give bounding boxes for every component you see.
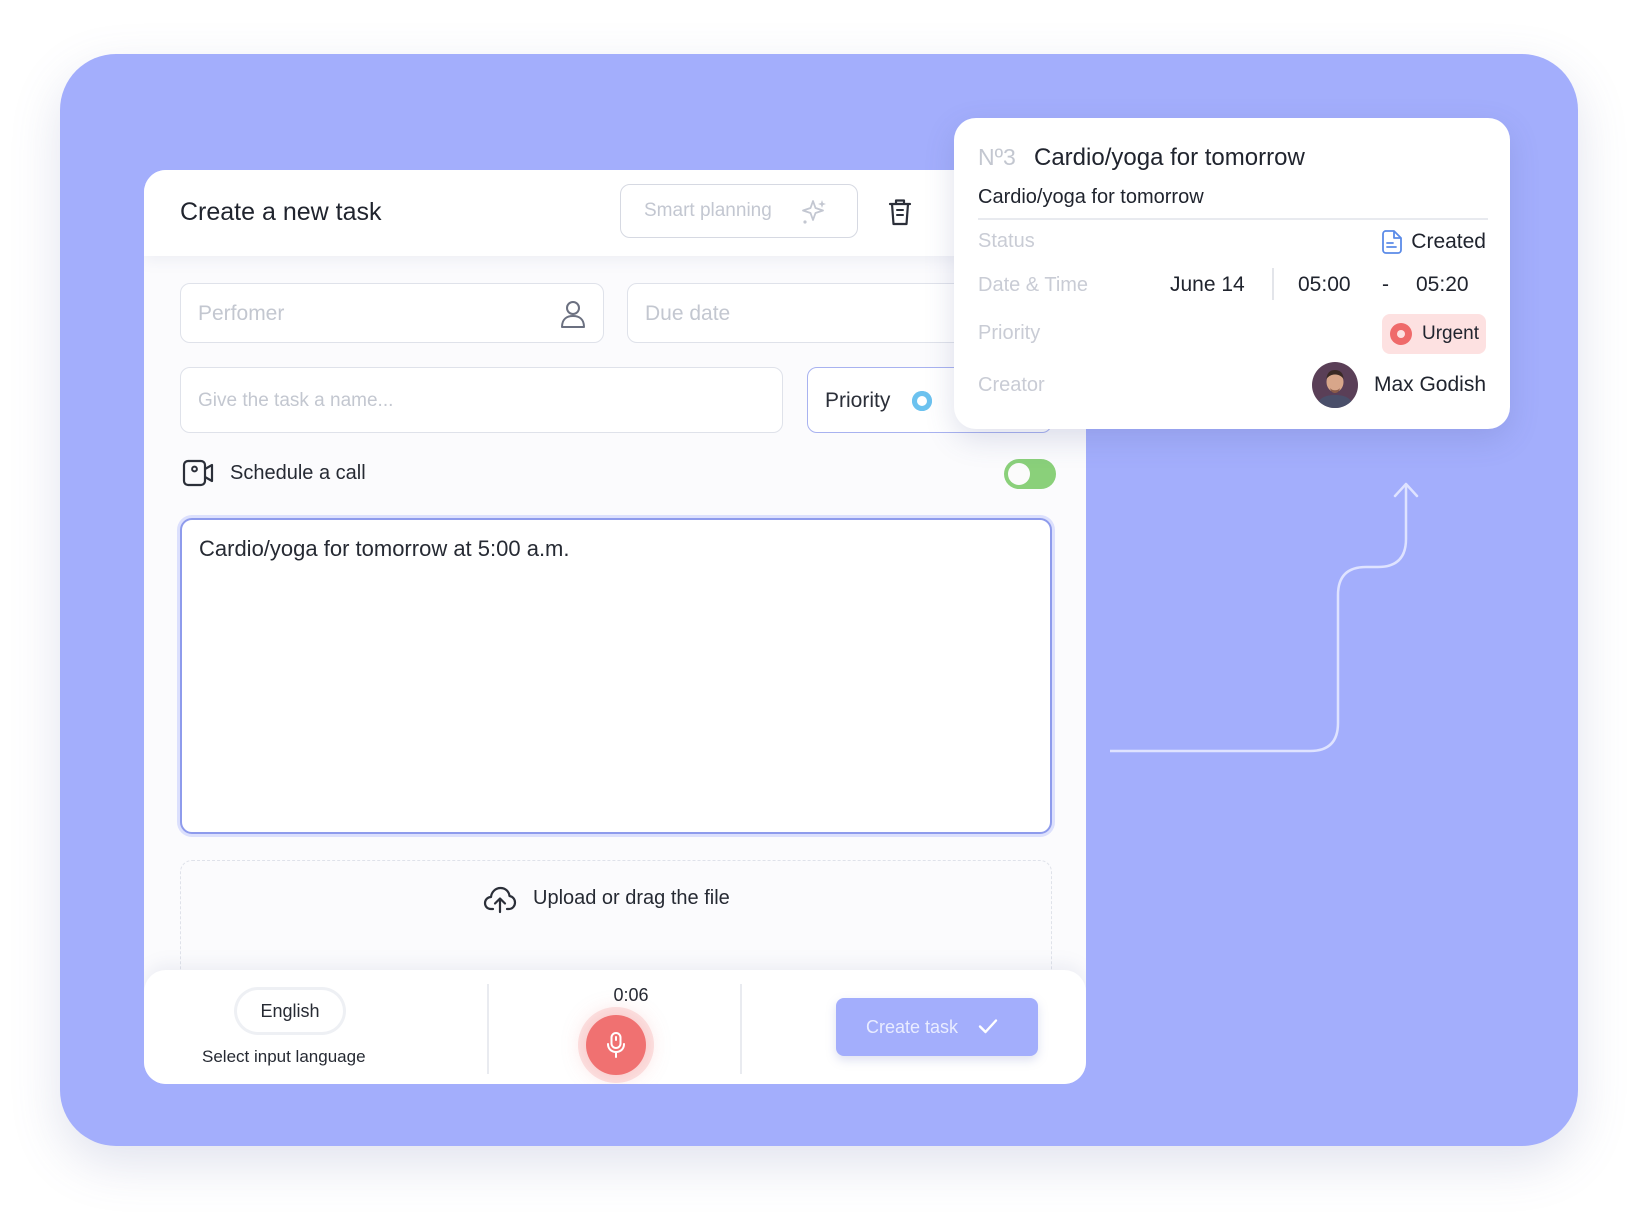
task-time-start: 05:00 — [1298, 273, 1351, 296]
check-icon — [978, 1019, 998, 1034]
status-text: Created — [1411, 230, 1486, 253]
task-description-textarea[interactable]: Cardio/yoga for tomorrow at 5:00 a.m. — [180, 518, 1052, 834]
smart-planning-label: Smart planning — [644, 200, 772, 221]
divider — [487, 984, 489, 1074]
creator: Max Godish — [1311, 361, 1486, 409]
time-separator: - — [1382, 273, 1389, 296]
task-name-placeholder: Give the task a name... — [198, 390, 394, 411]
page-title: Create a new task — [180, 198, 382, 226]
due-date-placeholder: Due date — [645, 302, 731, 325]
task-name-input[interactable]: Give the task a name... — [180, 367, 783, 433]
task-date: June 14 — [1170, 273, 1245, 296]
schedule-call-label: Schedule a call — [230, 462, 366, 484]
video-call-icon — [182, 459, 214, 487]
status-label: Status — [978, 230, 1035, 252]
trash-icon[interactable] — [886, 196, 914, 228]
priority-badge: Urgent — [1382, 314, 1486, 354]
toggle-knob — [1008, 463, 1030, 485]
task-detail-popup: Nº3 Cardio/yoga for tomorrow Cardio/yoga… — [954, 118, 1510, 429]
performer-placeholder: Perfomer — [198, 302, 285, 325]
task-subtitle: Cardio/yoga for tomorrow — [978, 186, 1204, 208]
creator-name: Max Godish — [1373, 373, 1486, 396]
priority-dot-icon — [912, 391, 932, 411]
create-task-label: Create task — [866, 1017, 959, 1037]
language-hint: Select input language — [202, 1047, 366, 1066]
microphone-button[interactable] — [586, 1015, 646, 1075]
upload-label: Upload or drag the file — [533, 887, 730, 909]
card-header: Create a new task Smart planning — [144, 170, 1086, 256]
flow-arrow-icon — [1110, 482, 1419, 753]
urgent-dot-icon — [1390, 323, 1412, 345]
schedule-call-toggle[interactable] — [1004, 459, 1056, 489]
sparkle-icon — [802, 200, 826, 224]
divider — [978, 218, 1488, 220]
creator-label: Creator — [978, 374, 1045, 396]
status-value: Created — [1381, 228, 1486, 256]
cloud-upload-icon — [483, 886, 517, 914]
datetime-label: Date & Time — [978, 274, 1089, 296]
create-task-button[interactable]: Create task — [836, 998, 1038, 1056]
task-title: Cardio/yoga for tomorrow — [1034, 144, 1305, 171]
recording-timer: 0:06 — [613, 985, 649, 1005]
performer-field[interactable]: Perfomer — [180, 283, 604, 343]
document-icon — [1382, 230, 1403, 254]
priority-label: Priority — [825, 389, 891, 412]
divider — [1272, 268, 1274, 300]
microphone-icon — [607, 1032, 625, 1058]
smart-planning-button[interactable]: Smart planning — [620, 184, 858, 238]
language-selector[interactable]: English — [237, 990, 343, 1032]
create-task-card: Create a new task Smart planning Perfome… — [144, 170, 1086, 1084]
priority-label: Priority — [978, 322, 1041, 344]
task-description-value: Cardio/yoga for tomorrow at 5:00 a.m. — [199, 536, 570, 561]
task-number: Nº3 — [978, 144, 1016, 170]
priority-value: Urgent — [1422, 323, 1480, 344]
bottom-bar: English Select input language 0:06 Creat… — [144, 970, 1086, 1084]
task-time-end: 05:20 — [1416, 273, 1469, 296]
user-icon — [561, 301, 585, 328]
divider — [740, 984, 742, 1074]
schedule-call-row: Schedule a call — [182, 458, 1056, 490]
avatar — [1311, 362, 1358, 408]
